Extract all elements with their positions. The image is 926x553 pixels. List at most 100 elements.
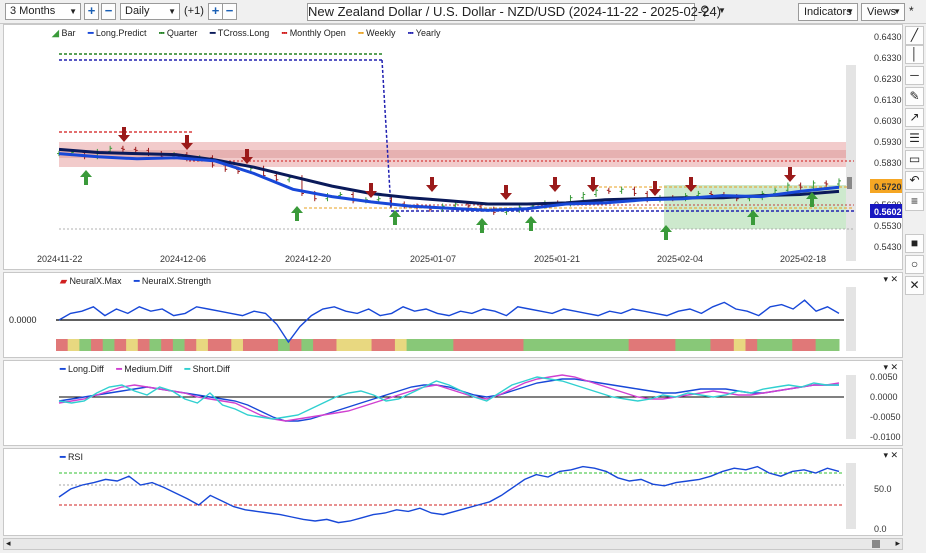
- neuralx-max-cell: [371, 339, 384, 351]
- neuralx-max-cell: [231, 339, 244, 351]
- price-ytick: 0.5930: [874, 137, 902, 147]
- symbol-title[interactable]: New Zealand Dollar / U.S. Dollar - NZD/U…: [307, 3, 721, 21]
- rsi-chart[interactable]: 50.0 0.0: [4, 449, 902, 535]
- close-icon[interactable]: ✕: [905, 276, 924, 295]
- pen-icon[interactable]: ✎: [905, 87, 924, 106]
- neuralx-max-cell: [710, 339, 723, 351]
- rect-icon[interactable]: ■: [905, 234, 924, 253]
- chevron-down-icon: ▼: [168, 7, 176, 16]
- offset-plus-button[interactable]: +: [208, 3, 223, 20]
- buy-arrow-icon: [291, 206, 303, 221]
- neuralx-max-cell: [196, 339, 209, 351]
- neuralx-max-cell: [149, 339, 162, 351]
- price-xtick-label: 2024-11-22: [37, 254, 82, 264]
- offset-label: (+1): [184, 5, 204, 17]
- rsi-ytick: 0.0: [874, 524, 887, 534]
- yearly-level-connector: [381, 59, 392, 210]
- sell-arrow-icon: [549, 177, 561, 192]
- callout-icon[interactable]: ▭: [905, 150, 924, 169]
- interval-select[interactable]: Daily ▼: [120, 3, 180, 20]
- diff-scrollbar[interactable]: [846, 375, 856, 439]
- vertical-line-icon[interactable]: │: [905, 45, 924, 64]
- zoom-in-button[interactable]: +: [84, 3, 99, 20]
- price-xtick-label: 2025-02-18: [780, 254, 826, 264]
- neuralx-max-cell: [324, 339, 337, 351]
- neuralx-max-cell: [500, 339, 513, 351]
- price-pane[interactable]: ◢ Bar ━ Long.Predict ┅ Quarter ━ TCross.…: [3, 24, 903, 270]
- chevron-down-icon: ▼: [69, 7, 77, 16]
- price-ytick: 0.6030: [874, 116, 902, 126]
- indicators-label: Indicators: [804, 6, 852, 18]
- sell-arrow-icon: [587, 177, 599, 192]
- period-select[interactable]: 3 Months ▼: [5, 3, 81, 20]
- neuralx-max-cell: [768, 339, 782, 351]
- price-ytick: 0.6230: [874, 74, 902, 84]
- more-icon[interactable]: ≡: [905, 192, 924, 211]
- ray-icon[interactable]: ↗: [905, 108, 924, 127]
- circle-icon[interactable]: ○: [905, 255, 924, 274]
- horizontal-line-icon[interactable]: ─: [905, 66, 924, 85]
- price-ytick: 0.5830: [874, 158, 902, 168]
- star-icon[interactable]: *: [909, 4, 914, 18]
- neuralx-max-cell: [546, 339, 560, 351]
- neuralx-max-cell: [570, 339, 583, 351]
- price-ytick: 0.6430: [874, 32, 902, 42]
- neuralx-max-cell: [79, 339, 92, 351]
- price-chart[interactable]: 0.6430 0.6330 0.6230 0.6130 0.6030 0.5930 0.58…: [4, 25, 902, 269]
- price-xtick-label: 2025-01-07: [410, 254, 456, 264]
- neuralx-max-cell: [429, 339, 443, 351]
- zoom-out-button[interactable]: −: [101, 3, 116, 20]
- neuralx-max-cell: [289, 339, 302, 351]
- short-diff-line: [58, 376, 839, 420]
- diff-chart[interactable]: 0.0050 0.0000 -0.0050 -0.0100: [4, 361, 902, 445]
- level-price-label: 0.5602: [874, 207, 902, 217]
- scroll-thumb[interactable]: [872, 540, 880, 548]
- neuralx-max-cell: [593, 339, 606, 351]
- rsi-pane[interactable]: ━ RSI 50.0 0.0 ▾ ✕: [3, 448, 903, 536]
- neuralx-max-cell: [488, 339, 501, 351]
- neuralx-chart[interactable]: [4, 273, 902, 357]
- neuralx-max-cell: [558, 339, 571, 351]
- neuralx-max-cell: [722, 339, 735, 351]
- scroll-left-icon[interactable]: ◂: [6, 538, 11, 549]
- neuralx-max-cell: [827, 339, 840, 351]
- sell-arrow-icon: [500, 185, 512, 200]
- neuralx-pane[interactable]: ▰ NeuralX.Max ━ NeuralX.Strength 0.0000 …: [3, 272, 903, 358]
- neuralx-max-cell: [172, 339, 186, 351]
- diff-pane[interactable]: ━ Long.Diff ━ Medium.Diff ━ Short.Diff 0…: [3, 360, 903, 446]
- price-scrollbar[interactable]: [846, 65, 856, 261]
- line-icon[interactable]: ╱: [905, 26, 924, 45]
- neuralx-max-cell: [336, 339, 349, 351]
- fib-icon[interactable]: ☰: [905, 129, 924, 148]
- time-scrollbar[interactable]: ◂ ▸: [3, 538, 903, 550]
- neuralx-max-cell: [56, 339, 69, 351]
- neuralx-max-cell: [465, 339, 478, 351]
- price-xtick-label: 2024-12-06: [160, 254, 206, 264]
- neuralx-max-cell: [67, 339, 80, 351]
- undo-icon[interactable]: ↶: [905, 171, 924, 190]
- scroll-right-icon[interactable]: ▸: [895, 538, 900, 549]
- chevron-down-icon[interactable]: ▼: [718, 6, 726, 15]
- neuralx-max-cell: [383, 339, 396, 351]
- neuralx-max-cell: [207, 339, 221, 351]
- price-ytick: 0.6330: [874, 53, 902, 63]
- neuralx-max-cell: [301, 339, 314, 351]
- neuralx-max-cell: [254, 339, 267, 351]
- neuralx-max-cell: [126, 339, 139, 351]
- neuralx-max-cell: [663, 339, 676, 351]
- neuralx-max-cell: [745, 339, 758, 351]
- pane-close-icon[interactable]: ▾ ✕: [883, 274, 898, 285]
- neuralx-max-cell: [91, 339, 104, 351]
- price-scroll-thumb[interactable]: [847, 177, 852, 189]
- views-button[interactable]: Views ▼: [861, 3, 905, 21]
- offset-minus-button[interactable]: −: [222, 3, 237, 20]
- search-icon[interactable]: ⚲: [700, 3, 710, 19]
- pane-close-icon[interactable]: ▾ ✕: [883, 362, 898, 373]
- chevron-down-icon: ▼: [893, 7, 901, 16]
- neuralx-max-cell: [698, 339, 711, 351]
- pane-close-icon[interactable]: ▾ ✕: [883, 450, 898, 461]
- indicators-button[interactable]: Indicators ▼: [798, 3, 858, 21]
- neural-scrollbar[interactable]: [846, 287, 856, 351]
- toolbar: 3 Months ▼ + − Daily ▼ (+1) + − New Zealan…: [0, 0, 926, 24]
- rsi-scrollbar[interactable]: [846, 463, 856, 529]
